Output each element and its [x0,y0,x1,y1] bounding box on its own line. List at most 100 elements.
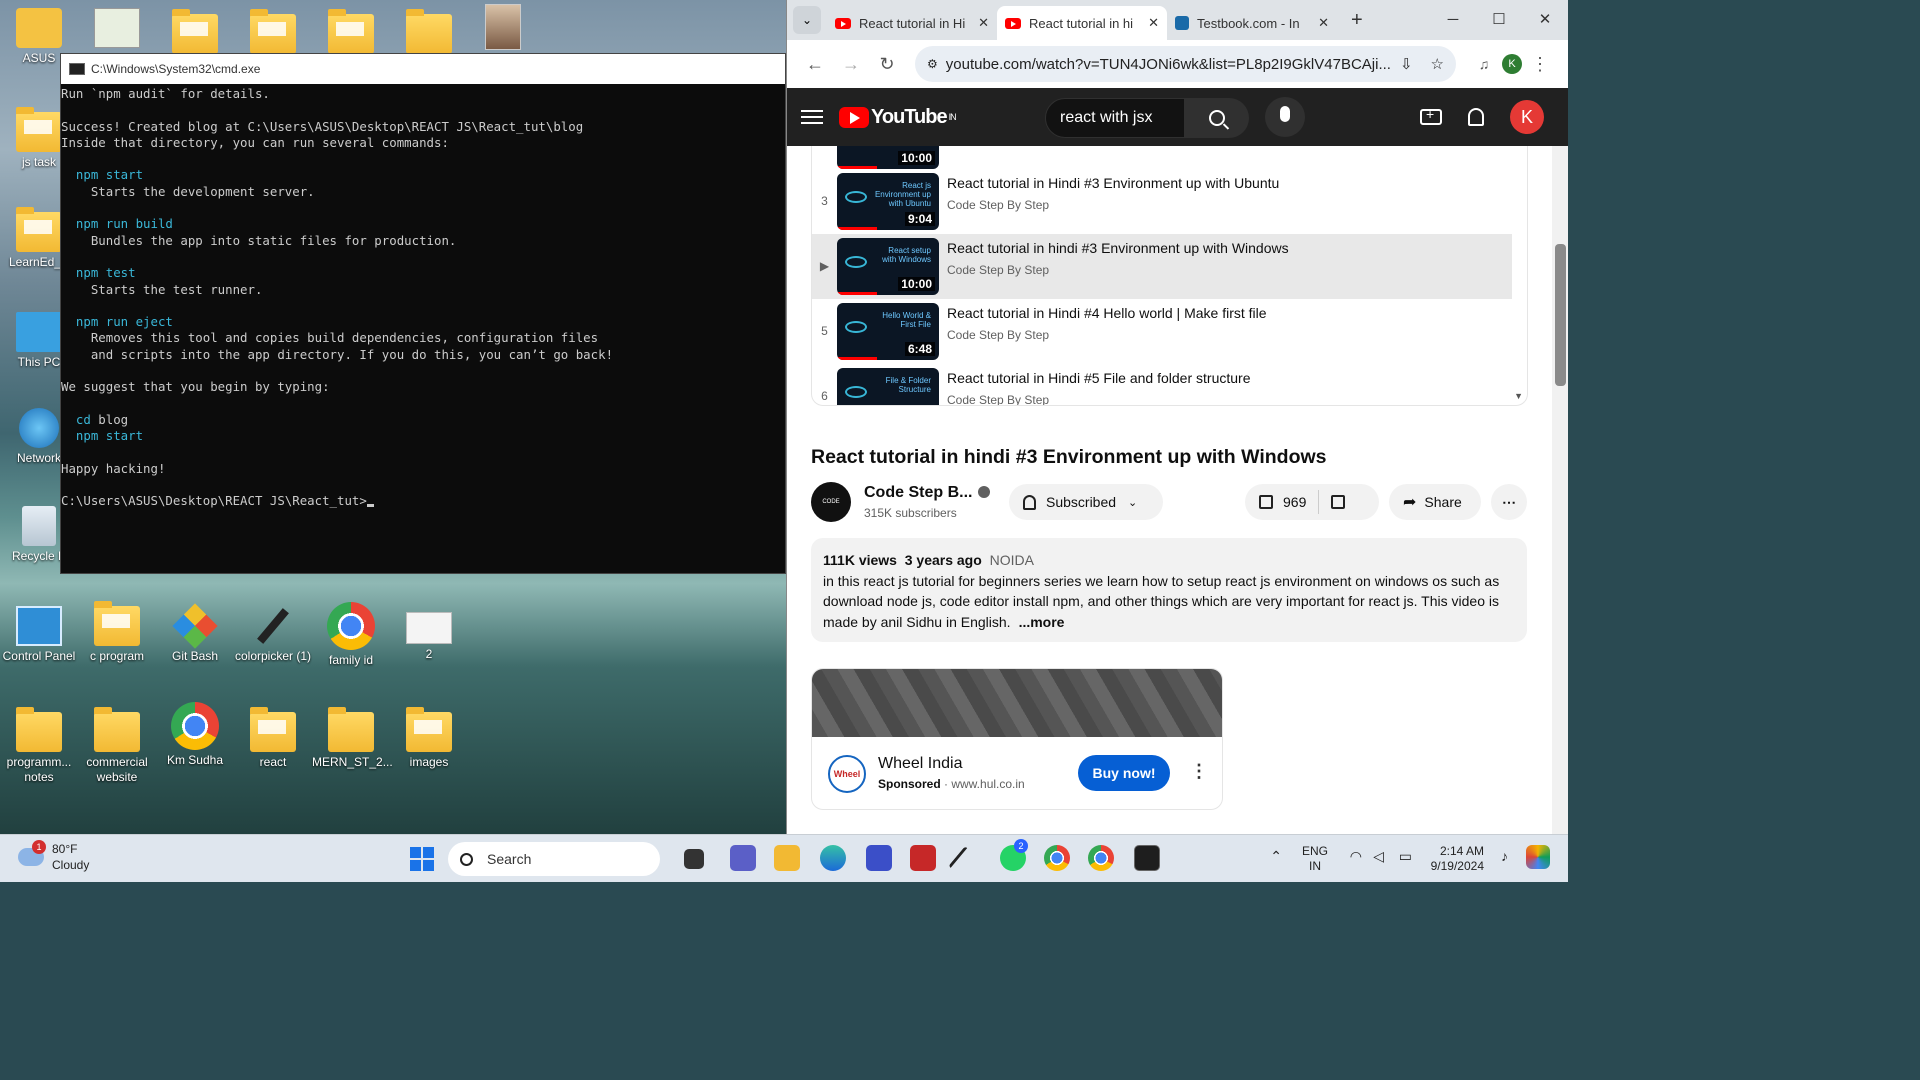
playlist-video-title[interactable]: React tutorial in Hindi #5 File and fold… [947,370,1250,386]
url-text[interactable]: youtube.com/watch?v=TUN4JONi6wk&list=PL8… [946,56,1400,73]
desktop-photo[interactable] [464,4,542,53]
voice-search-button[interactable] [1265,97,1305,137]
desktop-icon-images[interactable]: images [390,707,468,770]
tab-testbook[interactable]: Testbook.com - In ✕ [1167,6,1337,40]
desktop-icon-git-bash[interactable]: Git Bash [156,603,234,664]
weather-widget[interactable]: 1 80°F Cloudy [18,840,89,873]
install-app-icon[interactable]: ⇩ [1400,55,1413,73]
desktop-folder-1[interactable] [156,9,234,57]
video-thumbnail[interactable]: React setup with Windows 10:00 [837,238,939,295]
playlist-item[interactable]: 6 File & Folder Structure React tutorial i… [812,364,1512,405]
terminal-icon[interactable] [1134,845,1160,871]
ad-banner-image[interactable] [812,669,1222,737]
chrome-profile-icon[interactable] [1088,845,1114,871]
battery-icon[interactable]: ▭ [1399,849,1412,864]
cmd-titlebar[interactable]: C:\Windows\System32\cmd.exe [61,54,785,84]
sponsored-ad-card[interactable]: Wheel Wheel India Sponsored · www.hul.co… [811,668,1223,810]
edge-icon[interactable] [820,845,846,871]
playlist-item[interactable]: 5 Hello World & First File 6:48 React tutor… [812,299,1512,364]
playlist-item[interactable]: ▶ React setup with Windows 10:00 React tuto… [812,234,1512,299]
video-thumbnail[interactable]: Hello World & First File 6:48 [837,303,939,360]
vscode-icon[interactable] [866,845,892,871]
more-actions-button[interactable]: ⋯ [1491,484,1527,520]
desktop-folder-2[interactable] [234,9,312,57]
desktop-icon-c-program[interactable]: c program [78,601,156,664]
youtube-account-avatar[interactable]: K [1510,100,1544,134]
notification-bell-icon[interactable]: ♪ [1501,849,1508,864]
desktop-icon-commercial-website[interactable]: commercial website [78,707,156,785]
file-explorer-icon[interactable] [774,845,800,871]
close-tab-icon[interactable]: ✕ [1148,15,1159,31]
mcafee-icon[interactable] [910,845,936,871]
language-indicator[interactable]: ENG IN [1302,844,1328,874]
subscribed-button[interactable]: Subscribed ⌄ [1009,484,1163,520]
scrollbar-thumb[interactable] [1555,244,1566,386]
desktop-icon-control-panel[interactable]: Control Panel [0,606,78,664]
youtube-logo[interactable]: YouTube IN [839,106,957,129]
volume-icon[interactable]: ◁ [1373,849,1384,864]
taskbar-search[interactable]: Search [448,842,660,876]
playlist-video-title[interactable]: React tutorial in hindi #3 Environment u… [947,240,1289,256]
show-hidden-icons[interactable]: ⌃ [1270,849,1282,864]
page-scrollbar[interactable] [1552,146,1568,834]
forward-button[interactable]: → [833,54,869,75]
thumbs-down-icon[interactable] [1331,495,1346,509]
tab-youtube-1[interactable]: React tutorial in Hi ✕ [827,6,997,40]
video-thumbnail[interactable]: 10:00 [837,146,939,169]
cmd-prompt[interactable]: C:\Users\ASUS\Desktop\REACT JS\React_tut… [61,493,785,509]
desktop-icon-programm-notes[interactable]: programm... notes [0,707,78,785]
notifications-bell-icon[interactable] [1468,108,1484,126]
chrome-menu-icon[interactable]: ⋮ [1522,54,1558,75]
advertiser-logo[interactable]: Wheel [828,755,866,793]
task-view-icon[interactable] [684,849,704,869]
playlist-scroll-down-icon[interactable]: ▼ [1514,391,1523,401]
cmd-window[interactable]: C:\Windows\System32\cmd.exe Run `npm aud… [60,53,786,574]
more-link[interactable]: ...more [1019,614,1065,630]
create-video-icon[interactable] [1420,106,1442,125]
video-thumbnail[interactable]: React js Environment up with Ubuntu 9:04 [837,173,939,230]
colorpicker-icon[interactable] [948,846,970,870]
share-button[interactable]: ➦ Share [1389,484,1481,520]
wifi-icon[interactable]: ◠ [1350,849,1362,864]
desktop-icon-notes[interactable] [78,8,156,51]
close-window-button[interactable]: ✕ [1522,0,1568,40]
desktop-icon-react[interactable]: react [234,707,312,770]
cmd-output[interactable]: Run `npm audit` for details. Success! Cr… [61,84,785,510]
clock[interactable]: 2:14 AM 9/19/2024 [1431,844,1484,874]
like-count[interactable]: 969 [1283,494,1306,510]
bookmark-star-icon[interactable]: ☆ [1431,55,1444,73]
minimize-button[interactable]: ─ [1430,0,1476,40]
omnibox[interactable]: ⚙ youtube.com/watch?v=TUN4JONi6wk&list=P… [915,46,1456,82]
close-tab-icon[interactable]: ✕ [978,15,989,31]
media-control-icon[interactable]: ♫ [1466,56,1502,72]
profile-avatar[interactable]: K [1502,54,1522,74]
playlist-video-title[interactable]: React tutorial in Hindi #4 Hello world |… [947,305,1267,321]
channel-avatar[interactable]: CODE [811,482,851,522]
desktop-icon-2[interactable]: 2 [390,612,468,662]
desktop-folder-3[interactable] [312,9,390,57]
chrome-icon[interactable] [1044,845,1070,871]
desktop-icon-km-sudha[interactable]: Km Sudha [156,702,234,768]
hamburger-menu-icon[interactable] [801,106,823,128]
tab-youtube-2[interactable]: React tutorial in hi ✕ [997,6,1167,40]
advertiser-name[interactable]: Wheel India [878,755,963,773]
reload-button[interactable]: ↻ [869,54,905,75]
desktop-icon-mern[interactable]: MERN_ST_2... [312,707,393,770]
youtube-search-button[interactable] [1185,98,1249,138]
whatsapp-icon[interactable]: 2 [1000,839,1028,871]
site-info-icon[interactable]: ⚙ [927,57,938,71]
new-tab-button[interactable]: + [1351,9,1363,32]
back-button[interactable]: ← [797,54,833,75]
teams-icon[interactable] [730,845,756,871]
video-thumbnail[interactable]: File & Folder Structure [837,368,939,405]
desktop-icon-colorpicker[interactable]: colorpicker (1) [234,606,312,664]
maximize-button[interactable]: ☐ [1476,0,1522,40]
tab-search-button[interactable]: ⌄ [793,6,821,34]
description-box[interactable]: 111K views 3 years ago NOIDA in this rea… [811,538,1527,642]
channel-name[interactable]: Code Step B... [864,484,991,502]
desktop-icon-family-id[interactable]: family id [312,602,390,668]
playlist-video-title[interactable]: React tutorial in Hindi #3 Environment u… [947,175,1279,191]
start-button[interactable] [410,847,434,871]
playlist-panel[interactable]: 10:00 Code Step By Step 3 React js Environm… [811,146,1528,406]
buy-now-button[interactable]: Buy now! [1078,755,1170,791]
